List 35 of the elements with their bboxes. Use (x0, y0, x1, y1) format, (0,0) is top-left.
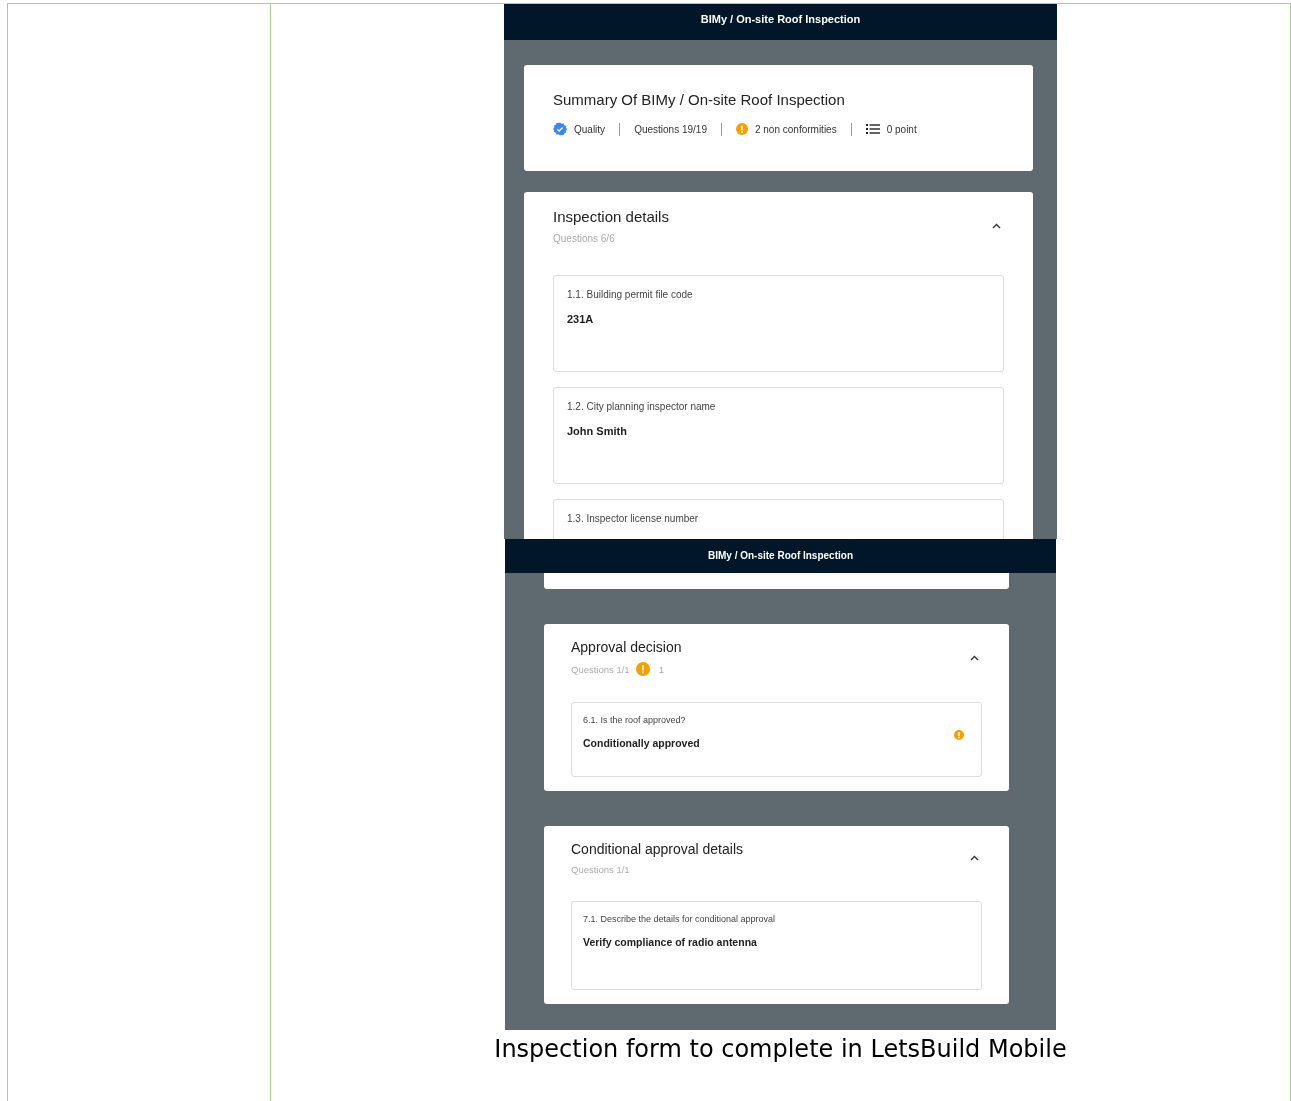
question-label: 1.1. Building permit file code (567, 289, 693, 300)
question-card[interactable]: 6.1. Is the roof approved? Conditionally approved (571, 702, 982, 777)
figure-caption: Inspection form to complete in LetsBuild Mobile (494, 1035, 1067, 1063)
summary-title: Summary Of BIMy / On-site Roof Inspection (553, 91, 846, 108)
answer-value: Conditionally approved (583, 737, 700, 749)
question-card[interactable]: 7.1. Describe the details for conditional approval Verify compliance of radio antenna (571, 901, 982, 990)
nonconformity-count: 1 (658, 663, 664, 675)
verified-badge-icon (553, 122, 567, 136)
answer-value: Verify compliance of radio antenna (583, 936, 758, 948)
summary-stat: 0 point (886, 123, 917, 135)
summary-stat: Questions 19/19 (634, 123, 707, 135)
answer-value: 231A (567, 313, 595, 325)
warning-icon (735, 123, 748, 135)
question-label: 1.2. City planning inspector name (567, 401, 716, 412)
question-label: 1.3. Inspector license number (567, 513, 699, 524)
question-label: 7.1. Describe the details for conditional approval (583, 914, 776, 924)
chevron-up-icon[interactable] (970, 654, 979, 661)
question-card[interactable]: 1.2. City planning inspector name John Smith (553, 387, 1004, 484)
questions-count: Questions 1/1 (571, 864, 630, 875)
chevron-up-icon[interactable] (992, 223, 1001, 229)
summary-stat: Quality (574, 123, 606, 135)
question-card[interactable]: 1.1. Building permit file code 231A (553, 275, 1004, 372)
list-icon (865, 124, 880, 134)
chevron-up-icon[interactable] (970, 855, 979, 861)
questions-count: Questions 1/1 (571, 663, 630, 675)
app-header: BIMy / On-site Roof Inspection (505, 539, 1056, 573)
question-label: 6.1. Is the roof approved? (583, 715, 687, 725)
app-header: BIMy / On-site Roof Inspection (504, 4, 1057, 40)
warning-icon (635, 662, 650, 676)
section-title: Conditional approval details (571, 841, 743, 857)
summary-stat: 2 non conformities (754, 123, 837, 135)
questions-count: Questions 6/6 (553, 233, 615, 244)
answer-value: John Smith (567, 425, 628, 437)
section-title: Inspection details (553, 208, 669, 225)
section-title: Approval decision (571, 639, 682, 655)
